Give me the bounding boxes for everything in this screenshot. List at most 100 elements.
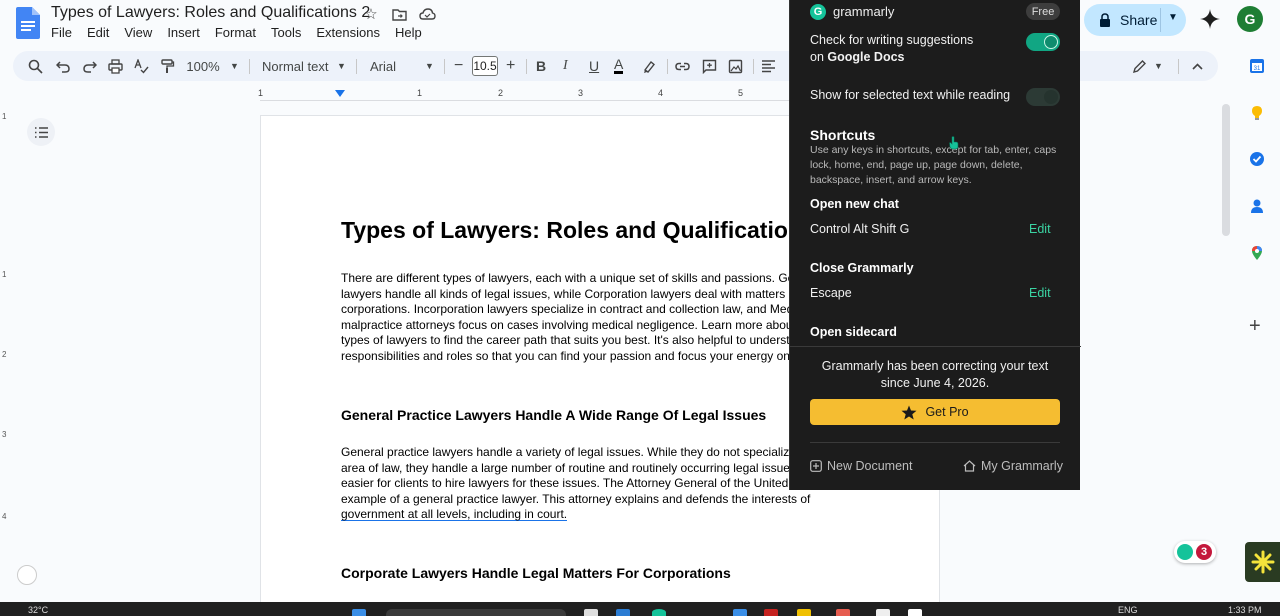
- style-dropdown-icon[interactable]: ▼: [337, 57, 346, 75]
- cloud-saved-icon[interactable]: [418, 5, 436, 23]
- star-icon[interactable]: ☆: [362, 5, 380, 23]
- ruler-tick: 1: [258, 88, 264, 98]
- zoom-select[interactable]: 100%: [186, 57, 219, 75]
- chrome-icon[interactable]: [876, 609, 890, 616]
- get-pro-label: Get Pro: [925, 405, 969, 419]
- highlight-color-icon[interactable]: [642, 57, 657, 75]
- selected-text-toggle[interactable]: [1026, 88, 1060, 106]
- font-family-select[interactable]: Arial: [370, 57, 396, 75]
- edit-open-chat-shortcut-button[interactable]: Edit: [1029, 222, 1051, 236]
- weather-widget[interactable]: 32°C: [28, 605, 48, 615]
- paint-format-icon[interactable]: [160, 57, 175, 75]
- undo-icon[interactable]: [56, 57, 71, 75]
- menu-format[interactable]: Format: [215, 25, 264, 40]
- edit-close-shortcut-button[interactable]: Edit: [1029, 286, 1051, 300]
- italic-icon[interactable]: I: [563, 57, 568, 75]
- move-folder-icon[interactable]: [390, 5, 408, 23]
- explore-button[interactable]: [1245, 542, 1280, 582]
- text-line: area of law, they handle a large number …: [341, 460, 800, 475]
- share-dropdown-icon[interactable]: ▼: [1168, 12, 1178, 23]
- grammarly-panel: G grammarly Free Check for writing sugge…: [789, 0, 1081, 490]
- zoom-dropdown-icon[interactable]: ▼: [230, 57, 239, 75]
- language-indicator[interactable]: ENG: [1118, 605, 1138, 615]
- get-pro-button[interactable]: Get Pro: [810, 399, 1060, 425]
- clock[interactable]: 1:33 PM: [1228, 605, 1262, 615]
- new-document-label: New Document: [827, 459, 913, 473]
- edge-icon[interactable]: [616, 609, 630, 616]
- menu-insert[interactable]: Insert: [167, 25, 208, 40]
- redo-icon[interactable]: [82, 57, 97, 75]
- menu-help[interactable]: Help: [395, 25, 430, 40]
- font-size-input[interactable]: 10.5: [472, 56, 498, 76]
- start-icon[interactable]: [352, 609, 366, 616]
- app-icon[interactable]: [733, 609, 747, 616]
- paragraph-general-practice: General practice lawyers handle a variet…: [341, 445, 811, 527]
- share-label: Share: [1120, 12, 1158, 28]
- align-left-icon[interactable]: [761, 57, 776, 75]
- document-outline-button[interactable]: [27, 118, 55, 146]
- increase-font-size-icon[interactable]: +: [506, 57, 515, 75]
- shortcut-open-chat-title: Open new chat: [810, 197, 899, 211]
- keep-icon[interactable]: [1249, 105, 1265, 121]
- spellcheck-icon[interactable]: [134, 57, 149, 75]
- my-grammarly-button[interactable]: My Grammarly: [963, 459, 1063, 473]
- paragraph-style-select[interactable]: Normal text: [262, 57, 328, 75]
- task-view-icon[interactable]: [584, 609, 598, 616]
- menu-file[interactable]: File: [51, 25, 80, 40]
- bold-icon[interactable]: B: [536, 57, 546, 75]
- indent-marker[interactable]: [335, 90, 345, 97]
- document-title[interactable]: Types of Lawyers: Roles and Qualificatio…: [51, 4, 370, 22]
- file-explorer-icon[interactable]: [797, 609, 811, 616]
- insert-image-icon[interactable]: [728, 57, 743, 75]
- document-scrollbar[interactable]: [1222, 104, 1230, 236]
- gmail-icon[interactable]: [764, 609, 778, 616]
- calendar-icon[interactable]: 31: [1249, 58, 1265, 74]
- text-line: types of lawyers to find the career path…: [341, 333, 803, 347]
- menu-tools[interactable]: Tools: [271, 25, 309, 40]
- search-menus-icon[interactable]: [28, 57, 43, 75]
- taskbar-search-box[interactable]: [386, 609, 566, 616]
- add-comment-icon[interactable]: [702, 57, 717, 75]
- toggle-check-icon: [1044, 35, 1058, 49]
- text-line: responsibilities and roles so that you c…: [341, 348, 803, 363]
- new-document-button[interactable]: New Document: [810, 459, 912, 473]
- gemini-sparkle-icon[interactable]: [1199, 8, 1221, 30]
- menu-view[interactable]: View: [124, 25, 160, 40]
- app-icon[interactable]: [652, 609, 666, 616]
- text-color-icon[interactable]: A: [614, 56, 624, 74]
- decrease-font-size-icon[interactable]: −: [454, 57, 463, 75]
- correcting-line: Grammarly has been correcting your text: [821, 359, 1049, 373]
- writing-suggestions-toggle[interactable]: [1026, 33, 1060, 51]
- account-avatar[interactable]: G: [1237, 6, 1263, 32]
- app-icon[interactable]: [908, 609, 922, 616]
- grammarly-floating-badge[interactable]: 3: [1174, 541, 1216, 563]
- share-button[interactable]: Share ▼: [1084, 4, 1186, 36]
- document-heading: Types of Lawyers: Roles and Qualificatio…: [341, 217, 815, 243]
- fingerprint-icon[interactable]: [17, 565, 37, 585]
- app-icon[interactable]: [836, 609, 850, 616]
- contacts-icon[interactable]: [1249, 198, 1265, 214]
- menu-edit[interactable]: Edit: [87, 25, 117, 40]
- correcting-line: since June 4, 2026.: [880, 376, 990, 390]
- text-line: lawyers handle all kinds of legal issues…: [341, 286, 809, 301]
- google-docs-logo-icon[interactable]: [16, 7, 40, 39]
- insert-link-icon[interactable]: [675, 57, 690, 75]
- ruler-tick: 2: [498, 88, 504, 98]
- editing-mode-dropdown-icon[interactable]: ▼: [1154, 57, 1163, 75]
- grammarly-brand: grammarly: [833, 4, 895, 19]
- tasks-icon[interactable]: [1249, 151, 1265, 167]
- get-addons-plus-icon[interactable]: +: [1249, 316, 1265, 336]
- mouse-pointer-hand-icon: [949, 136, 959, 150]
- title-actions: ☆: [362, 5, 436, 23]
- maps-icon[interactable]: [1249, 245, 1265, 261]
- explore-sparkle-icon: [1251, 550, 1274, 574]
- print-icon[interactable]: [108, 57, 123, 75]
- vertical-ruler[interactable]: 1 1 2 3 4: [0, 100, 12, 610]
- hide-menus-chevron-up-icon[interactable]: [1190, 57, 1205, 75]
- editing-mode-pencil-icon[interactable]: [1132, 57, 1147, 75]
- font-dropdown-icon[interactable]: ▼: [425, 57, 434, 75]
- underline-icon[interactable]: U: [589, 57, 599, 75]
- menu-extensions[interactable]: Extensions: [316, 25, 388, 40]
- text-line: malpractice attorneys focus on cases inv…: [341, 317, 803, 332]
- lock-icon: [1100, 13, 1110, 27]
